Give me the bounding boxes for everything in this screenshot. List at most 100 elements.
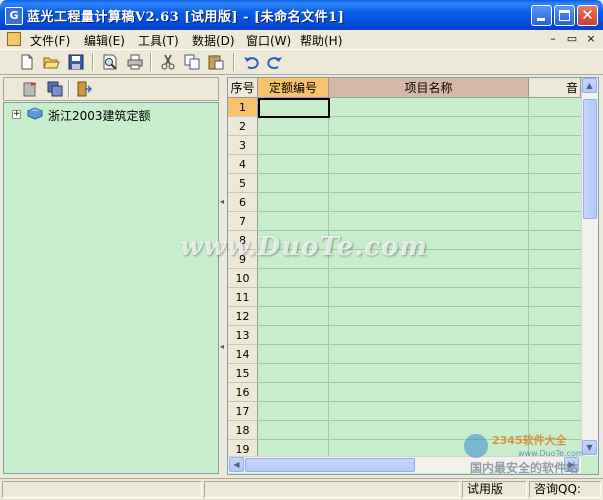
column-divider (528, 98, 529, 456)
expand-toggle-icon[interactable]: + (12, 110, 21, 119)
open-folder-icon[interactable] (42, 53, 60, 71)
quantity-grid: 序号 定额编号 项目名称 音 1 2 3 4 5 6 7 8 9 10 11 12 13 14 15 16 17… (227, 77, 599, 475)
quota-tree: + 浙江2003建筑定额 (3, 102, 219, 474)
svg-text:国内最安全的软件站: 国内最安全的软件站 (470, 460, 578, 475)
row-divider (258, 268, 581, 269)
cut-icon[interactable] (159, 53, 177, 71)
panel-splitter[interactable]: ◂ ◂ (219, 77, 226, 474)
redo-icon[interactable] (266, 53, 284, 71)
corner-watermark: 2345软件大全 www.DuoTe.com 国内最安全的软件站 (462, 428, 600, 476)
row-number[interactable]: 2 (228, 117, 258, 136)
menu-tools[interactable]: 工具(T) (138, 32, 179, 49)
vertical-scrollbar[interactable]: ▲ ▼ (581, 78, 598, 456)
main-toolbar (0, 49, 603, 75)
vertical-scroll-thumb[interactable] (583, 99, 597, 219)
row-divider (258, 211, 581, 212)
row-number[interactable]: 1 (228, 98, 258, 117)
row-divider (258, 192, 581, 193)
maximize-button[interactable] (554, 5, 575, 26)
row-number[interactable]: 4 (228, 155, 258, 174)
row-divider (258, 401, 581, 402)
maximize-icon (559, 10, 570, 21)
row-number[interactable]: 12 (228, 307, 258, 326)
splitter-collapse-icon[interactable]: ◂ (220, 342, 224, 352)
mdi-restore-button[interactable]: ▭ (565, 32, 579, 46)
app-logo-icon[interactable]: G (5, 7, 23, 25)
mdi-close-button[interactable]: × (584, 32, 598, 46)
print-preview-icon[interactable] (101, 53, 119, 71)
active-cell[interactable] (258, 98, 330, 118)
new-file-icon[interactable] (18, 53, 36, 71)
row-number[interactable]: 14 (228, 345, 258, 364)
row-divider (258, 382, 581, 383)
menu-window[interactable]: 窗口(W) (246, 32, 291, 49)
menu-help[interactable]: 帮助(H) (300, 32, 342, 49)
toolbar-separator (150, 53, 152, 71)
document-menu-icon[interactable] (7, 32, 21, 46)
minimize-icon (537, 18, 545, 21)
menu-bar: 文件(F) 编辑(E) 工具(T) 数据(D) 窗口(W) 帮助(H) – ▭ … (0, 30, 603, 49)
header-quota-code[interactable]: 定额编号 (258, 78, 329, 98)
column-divider (328, 98, 329, 456)
site-watermark: www.DuoTe.com (180, 232, 429, 262)
row-divider (258, 135, 581, 136)
exit-door-icon[interactable] (75, 80, 93, 98)
row-number[interactable]: 17 (228, 402, 258, 421)
menu-data[interactable]: 数据(D) (192, 32, 235, 49)
toolbar-separator (92, 53, 94, 71)
row-divider (258, 306, 581, 307)
app-window: G 蓝光工程量计算稿V2.63 [试用版] - [未命名文件1] ✕ 文件(F)… (0, 0, 603, 500)
header-item-name[interactable]: 项目名称 (329, 78, 529, 98)
splitter-collapse-icon[interactable]: ◂ (220, 197, 224, 207)
row-divider (258, 344, 581, 345)
row-divider (258, 363, 581, 364)
window-title: 蓝光工程量计算稿V2.63 [试用版] - [未命名文件1] (27, 10, 345, 25)
row-divider (258, 230, 581, 231)
status-pane-info (204, 481, 460, 498)
row-number[interactable]: 7 (228, 212, 258, 231)
mdi-minimize-button[interactable]: – (546, 32, 560, 46)
status-consult-qq: 咨询QQ: (529, 481, 601, 498)
close-button[interactable]: ✕ (577, 5, 598, 26)
row-number[interactable]: 13 (228, 326, 258, 345)
save-disk-icon[interactable] (67, 53, 85, 71)
row-divider (258, 325, 581, 326)
row-number[interactable]: 6 (228, 193, 258, 212)
row-divider (258, 173, 581, 174)
book-icon (26, 107, 44, 120)
svg-text:2345软件大全: 2345软件大全 (492, 433, 568, 447)
horizontal-scroll-thumb[interactable] (245, 458, 415, 472)
row-number[interactable]: 3 (228, 136, 258, 155)
svg-text:www.DuoTe.com: www.DuoTe.com (518, 449, 584, 458)
row-number[interactable]: 18 (228, 421, 258, 440)
row-number[interactable]: 5 (228, 174, 258, 193)
status-edition: 试用版 (462, 481, 527, 498)
tree-node-label: 浙江2003建筑定额 (48, 109, 151, 123)
header-partial-column[interactable]: 音 (529, 78, 581, 98)
row-divider (258, 287, 581, 288)
undo-icon[interactable] (242, 53, 260, 71)
title-bar[interactable]: G 蓝光工程量计算稿V2.63 [试用版] - [未命名文件1] ✕ (0, 0, 603, 30)
header-row-number[interactable]: 序号 (228, 78, 258, 98)
menu-edit[interactable]: 编辑(E) (84, 32, 125, 49)
row-number[interactable]: 11 (228, 288, 258, 307)
row-number[interactable]: 15 (228, 364, 258, 383)
status-bar: 试用版 咨询QQ: (0, 478, 603, 500)
status-pane-main (2, 481, 202, 498)
print-icon[interactable] (126, 53, 144, 71)
row-divider (258, 154, 581, 155)
row-divider (258, 420, 581, 421)
scroll-left-icon[interactable]: ◀ (229, 457, 244, 472)
row-number[interactable]: 16 (228, 383, 258, 402)
paste-icon[interactable] (207, 53, 225, 71)
scroll-up-icon[interactable]: ▲ (582, 78, 597, 93)
copy-icon[interactable] (183, 53, 201, 71)
save-tree-icon[interactable] (46, 80, 64, 98)
minimize-button[interactable] (531, 5, 552, 26)
insert-quota-icon[interactable] (22, 80, 40, 98)
close-icon: ✕ (581, 6, 594, 24)
menu-file[interactable]: 文件(F) (30, 32, 70, 49)
tree-toolbar (3, 77, 219, 101)
row-number[interactable]: 10 (228, 269, 258, 288)
toolbar-separator (233, 53, 235, 71)
